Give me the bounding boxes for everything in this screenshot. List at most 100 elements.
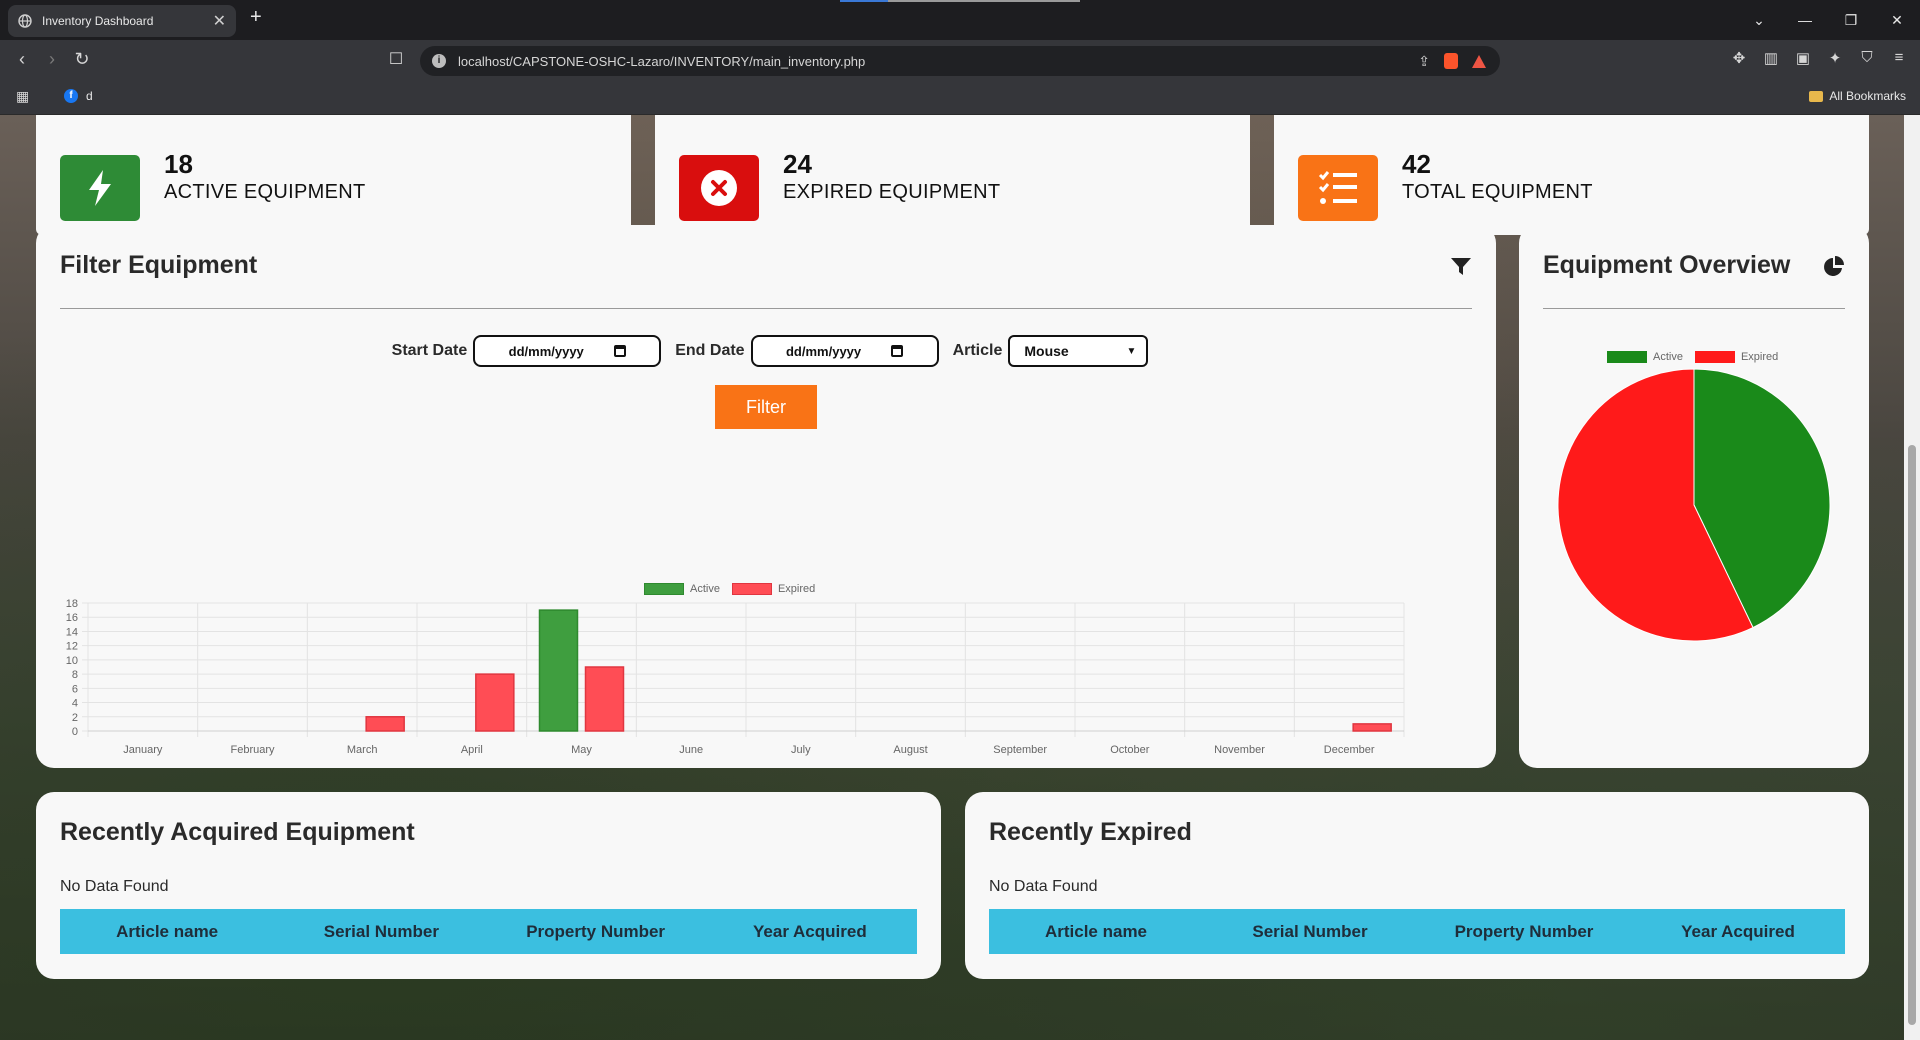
start-date-label: Start Date xyxy=(391,342,468,359)
site-info-icon[interactable]: i xyxy=(432,54,446,68)
calendar-icon[interactable] xyxy=(891,345,904,357)
article-select[interactable]: Mouse ▼ xyxy=(1008,335,1149,367)
filter-button[interactable]: Filter xyxy=(715,385,817,429)
browser-tab[interactable]: Inventory Dashboard ✕ xyxy=(8,5,236,37)
bar-expired-april xyxy=(475,673,515,732)
x-tick-label: March xyxy=(347,744,378,756)
total-equipment-card: 42 TOTAL EQUIPMENT xyxy=(1274,115,1869,235)
leo-ai-icon[interactable]: ✦ xyxy=(1826,49,1844,67)
x-tick-label: October xyxy=(1110,744,1149,756)
end-date-value: dd/mm/yyyy xyxy=(785,343,862,359)
acquired-table-header: Article name Serial Number Property Numb… xyxy=(60,909,917,954)
divider xyxy=(1543,308,1845,309)
chevron-down-icon: ▼ xyxy=(1126,345,1137,357)
x-tick-label: January xyxy=(123,744,163,756)
url-text[interactable]: localhost/CAPSTONE-OSHC-Lazaro/INVENTORY… xyxy=(458,54,1418,69)
page-scrollbar[interactable] xyxy=(1904,115,1920,1040)
end-date-label: End Date xyxy=(675,342,745,359)
all-bookmarks[interactable]: All Bookmarks xyxy=(1809,89,1906,103)
calendar-icon[interactable] xyxy=(613,345,626,357)
expired-empty-text: No Data Found xyxy=(989,878,1098,895)
col-property-number[interactable]: Property Number xyxy=(489,922,703,942)
pie-chart-icon[interactable] xyxy=(1823,256,1845,278)
back-icon[interactable]: ‹ xyxy=(10,49,34,71)
pie-legend-active-label: Active xyxy=(1653,351,1683,363)
bookmarks-bar: ▦ f d All Bookmarks xyxy=(0,80,1920,115)
reload-icon[interactable]: ↻ xyxy=(70,49,94,71)
recently-expired-card: Recently Expired No Data Found Article n… xyxy=(965,792,1869,979)
pie-legend: Active Expired xyxy=(1607,351,1778,363)
overview-title: Equipment Overview xyxy=(1543,251,1791,279)
close-tab-icon[interactable]: ✕ xyxy=(213,11,226,31)
col-property-number[interactable]: Property Number xyxy=(1417,922,1631,942)
y-tick-label: 12 xyxy=(66,641,78,653)
col-serial-number[interactable]: Serial Number xyxy=(1203,922,1417,942)
recently-acquired-card: Recently Acquired Equipment No Data Foun… xyxy=(36,792,941,979)
pie-legend-active-swatch xyxy=(1607,351,1647,363)
col-article-name[interactable]: Article name xyxy=(60,922,274,942)
globe-icon xyxy=(18,14,32,28)
legend-expired-swatch xyxy=(731,583,772,595)
tab-search-icon[interactable]: ⌄ xyxy=(1736,12,1782,29)
extensions-icon[interactable]: ✥ xyxy=(1730,49,1748,67)
active-label: ACTIVE EQUIPMENT xyxy=(164,181,366,203)
bar-legend: Active Expired xyxy=(644,583,815,595)
x-tick-label: February xyxy=(230,744,275,756)
x-tick-label: August xyxy=(893,744,927,756)
pie-legend-expired-label: Expired xyxy=(1740,351,1779,363)
bar-active-may xyxy=(538,609,579,732)
wallet-icon[interactable]: ▣ xyxy=(1794,49,1812,67)
brave-rewards-icon[interactable] xyxy=(1472,54,1486,68)
start-date-value: dd/mm/yyyy xyxy=(508,343,584,359)
col-serial-number[interactable]: Serial Number xyxy=(274,922,488,942)
expired-title: Recently Expired xyxy=(989,818,1192,846)
start-date-input[interactable]: dd/mm/yyyy xyxy=(473,335,662,367)
col-year-acquired[interactable]: Year Acquired xyxy=(703,922,917,942)
funnel-icon[interactable] xyxy=(1450,257,1472,277)
acquired-title: Recently Acquired Equipment xyxy=(60,818,415,846)
y-tick-label: 8 xyxy=(72,669,78,681)
facebook-icon: f xyxy=(64,89,78,103)
minimize-icon[interactable]: — xyxy=(1782,12,1828,28)
divider xyxy=(60,308,1472,309)
total-count: 42 xyxy=(1402,149,1431,179)
vpn-icon[interactable]: ⛉ xyxy=(1858,49,1876,67)
y-tick-label: 6 xyxy=(72,683,78,695)
address-bar[interactable]: i localhost/CAPSTONE-OSHC-Lazaro/INVENTO… xyxy=(420,46,1500,76)
all-bookmarks-label: All Bookmarks xyxy=(1829,89,1906,103)
bookmark-icon[interactable]: ☐ xyxy=(384,49,408,71)
y-tick-label: 4 xyxy=(72,698,78,710)
forward-icon[interactable]: › xyxy=(40,49,64,71)
tab-title: Inventory Dashboard xyxy=(42,14,154,28)
equipment-overview-card: Equipment Overview Active Expired xyxy=(1519,225,1869,768)
col-article-name[interactable]: Article name xyxy=(989,922,1203,942)
acquired-empty-text: No Data Found xyxy=(60,878,169,895)
bookmark-item[interactable]: f d xyxy=(64,89,93,103)
lightning-icon xyxy=(60,155,140,221)
menu-icon[interactable]: ≡ xyxy=(1890,49,1908,67)
brave-shield-icon[interactable] xyxy=(1444,53,1458,69)
end-date-input[interactable]: dd/mm/yyyy xyxy=(750,335,939,367)
x-tick-label: November xyxy=(1214,744,1265,756)
restore-icon[interactable]: ❐ xyxy=(1828,12,1874,29)
expired-count: 24 xyxy=(783,149,812,179)
legend-active-label: Active xyxy=(690,583,720,595)
pie-legend-expired-swatch xyxy=(1694,351,1735,363)
x-circle-icon xyxy=(679,155,759,221)
apps-grid-icon[interactable]: ▦ xyxy=(16,88,29,105)
sidebar-icon[interactable]: ▥ xyxy=(1762,49,1780,67)
scrollbar-thumb[interactable] xyxy=(1908,445,1916,1025)
expired-equipment-card: 24 EXPIRED EQUIPMENT xyxy=(655,115,1250,235)
col-year-acquired[interactable]: Year Acquired xyxy=(1631,922,1845,942)
share-icon[interactable]: ⇪ xyxy=(1418,53,1430,70)
x-tick-label: December xyxy=(1324,744,1375,756)
bar-expired-may xyxy=(584,666,625,732)
close-window-icon[interactable]: ✕ xyxy=(1874,12,1920,29)
y-tick-label: 16 xyxy=(66,612,78,624)
filter-equipment-card: Filter Equipment Start Date dd/mm/yyyy E… xyxy=(36,225,1496,768)
active-count: 18 xyxy=(164,149,193,179)
y-tick-label: 14 xyxy=(66,626,78,638)
new-tab-icon[interactable]: + xyxy=(250,6,262,29)
tab-loading-bar xyxy=(840,0,1080,2)
monthly-bar-chart: 0 2 4 6 8 10 12 14 16 18 January February March April… xyxy=(66,598,1405,756)
